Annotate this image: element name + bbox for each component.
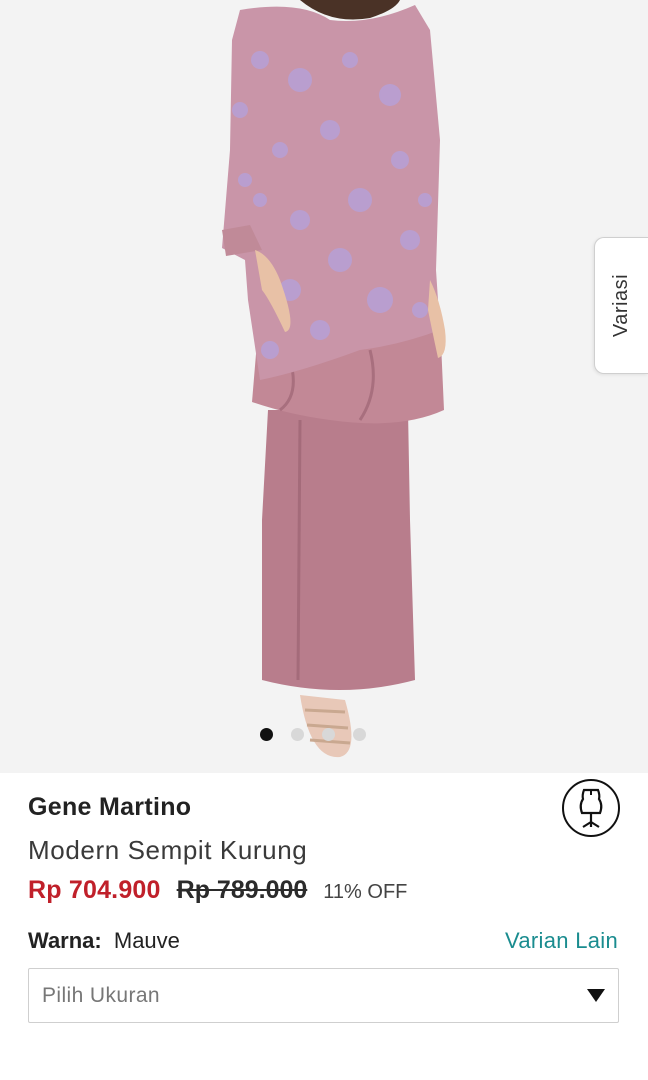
carousel-dot[interactable] [353, 728, 366, 741]
product-image-gallery[interactable]: Variasi [0, 0, 648, 773]
size-select-placeholder: Pilih Ukuran [42, 983, 161, 1007]
carousel-dot[interactable] [291, 728, 304, 741]
discount-badge: 11% OFF [323, 881, 408, 903]
size-guide-button[interactable] [562, 779, 620, 837]
other-variants-link[interactable]: Varian Lain [505, 928, 618, 954]
product-info: Gene Martino Modern Sempit Kurung Rp 704… [0, 773, 648, 1080]
color-label: Warna: [28, 928, 102, 953]
carousel-indicator[interactable] [0, 728, 637, 744]
size-select[interactable]: Pilih Ukuran [28, 968, 619, 1023]
carousel-dot[interactable] [260, 728, 273, 741]
color-row: Warna: Mauve [28, 928, 180, 954]
current-price: Rp 704.900 [28, 876, 161, 904]
variasi-tab[interactable]: Variasi [594, 237, 648, 374]
variasi-tab-label: Variasi [610, 273, 632, 338]
product-name: Modern Sempit Kurung [28, 835, 308, 865]
brand-name[interactable]: Gene Martino [28, 793, 191, 822]
price-row: Rp 704.900 Rp 789.000 11% OFF [28, 876, 407, 905]
carousel-dot[interactable] [322, 728, 335, 741]
original-price: Rp 789.000 [176, 876, 308, 904]
product-photo [222, 0, 446, 758]
dress-form-icon [579, 788, 603, 828]
color-value: Mauve [113, 928, 180, 953]
chevron-down-icon [587, 989, 605, 1002]
